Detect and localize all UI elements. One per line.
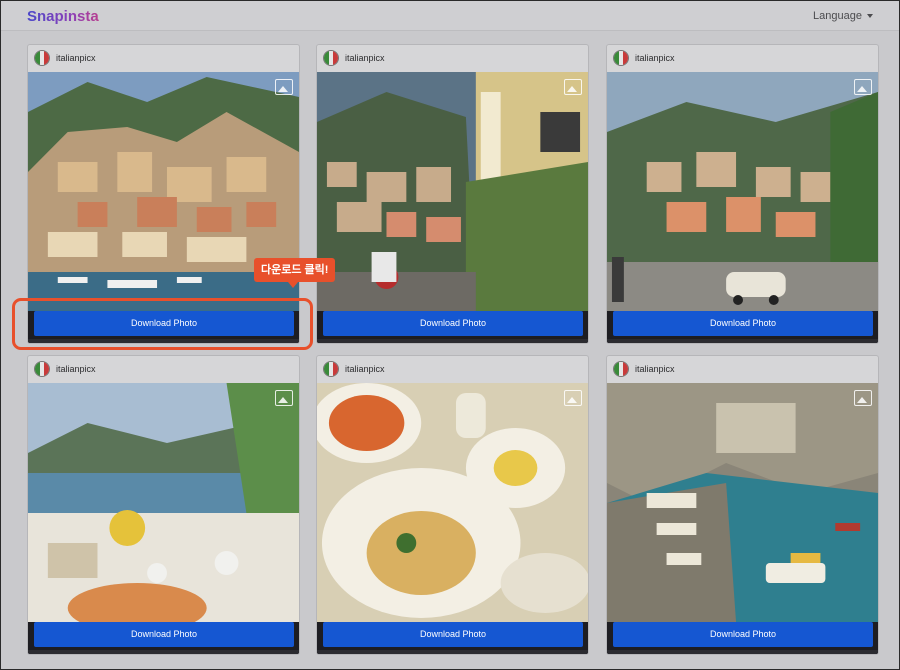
post-username[interactable]: italianpicx (345, 53, 385, 63)
post-photo (28, 383, 299, 622)
image-icon (275, 390, 293, 406)
chevron-down-icon (867, 14, 873, 19)
image-icon (564, 79, 582, 95)
post-card: italianpicx Download Photo (606, 44, 879, 344)
italy-flag-avatar (34, 50, 50, 66)
post-photo (317, 72, 588, 311)
post-footer: Download Photo (317, 311, 588, 343)
post-card: italianpicx Download Photo (316, 44, 589, 344)
footer-divider (607, 339, 878, 343)
post-photo (607, 72, 878, 311)
post-header: italianpicx (317, 45, 588, 71)
italy-flag-avatar (34, 361, 50, 377)
italy-flag-avatar (613, 361, 629, 377)
post-footer: Download Photo (317, 622, 588, 654)
image-icon (854, 390, 872, 406)
image-icon (275, 79, 293, 95)
post-username[interactable]: italianpicx (56, 364, 96, 374)
image-icon (854, 79, 872, 95)
post-header: italianpicx (607, 356, 878, 382)
download-photo-button[interactable]: Download Photo (613, 622, 873, 647)
footer-divider (28, 650, 299, 654)
post-footer: Download Photo (28, 622, 299, 654)
language-dropdown[interactable]: Language (813, 10, 873, 22)
footer-divider (317, 339, 588, 343)
download-photo-button[interactable]: Download Photo (323, 622, 583, 647)
post-photo (607, 383, 878, 622)
brand-logo[interactable]: Snapinsta (27, 8, 99, 25)
download-click-callout: 다운로드 클릭! (254, 258, 336, 288)
image-icon (564, 390, 582, 406)
download-photo-button[interactable]: Download Photo (323, 311, 583, 336)
post-header: italianpicx (28, 356, 299, 382)
italy-flag-avatar (323, 50, 339, 66)
italy-flag-avatar (323, 361, 339, 377)
footer-divider (607, 650, 878, 654)
download-photo-button[interactable]: Download Photo (613, 311, 873, 336)
post-photo (317, 383, 588, 622)
post-username[interactable]: italianpicx (635, 53, 675, 63)
post-card: italianpicx Download Photo (27, 355, 300, 655)
download-photo-button[interactable]: Download Photo (34, 622, 294, 647)
post-header: italianpicx (28, 45, 299, 71)
download-button-highlight (12, 298, 313, 350)
top-navbar: Snapinsta Language (1, 1, 899, 31)
post-header: italianpicx (607, 45, 878, 71)
post-card: italianpicx Download Photo (316, 355, 589, 655)
post-card: italianpicx Download Photo (606, 355, 879, 655)
post-footer: Download Photo (607, 311, 878, 343)
italy-flag-avatar (613, 50, 629, 66)
post-username[interactable]: italianpicx (345, 364, 385, 374)
post-username[interactable]: italianpicx (56, 53, 96, 63)
footer-divider (317, 650, 588, 654)
post-username[interactable]: italianpicx (635, 364, 675, 374)
post-header: italianpicx (317, 356, 588, 382)
post-footer: Download Photo (607, 622, 878, 654)
language-label: Language (813, 10, 862, 22)
